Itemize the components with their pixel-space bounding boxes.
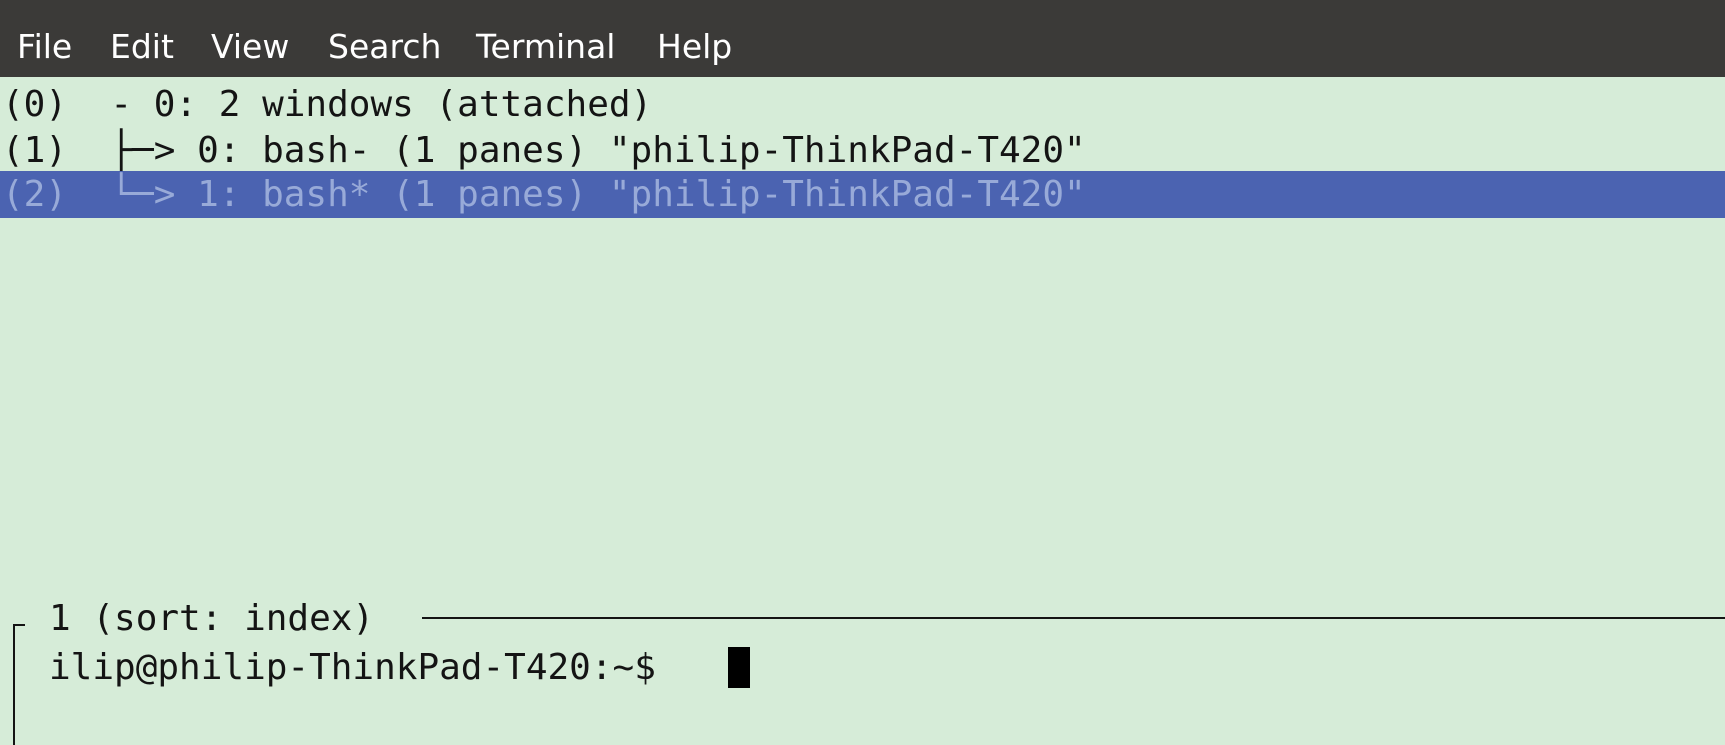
menu-terminal[interactable]: Terminal (476, 27, 615, 67)
tree-item-window-0[interactable]: (1) ├─> 0: bash- (1 panes) "philip-Think… (2, 128, 1086, 174)
menu-edit[interactable]: Edit (110, 27, 174, 67)
terminal-window: File Edit View Search Terminal Help (0) … (0, 0, 1725, 745)
tree-item-window-1-selected[interactable]: (2) └─> 1: bash* (1 panes) "philip-Think… (2, 172, 1086, 218)
menubar: File Edit View Search Terminal Help (0, 0, 1725, 77)
pane-title: 1 (sort: index) (49, 598, 375, 639)
shell-prompt[interactable]: ilip@philip-ThinkPad-T420:~$ (49, 645, 656, 691)
menu-search[interactable]: Search (328, 27, 441, 67)
menu-file[interactable]: File (17, 27, 72, 67)
pane-border-left (13, 624, 15, 745)
block-cursor-icon (728, 647, 750, 688)
pane-border-corner (13, 624, 25, 626)
menu-view[interactable]: View (211, 27, 289, 67)
tree-item-session[interactable]: (0) - 0: 2 windows (attached) (2, 82, 652, 128)
menu-help[interactable]: Help (657, 27, 732, 67)
pane-border-top (422, 617, 1725, 619)
